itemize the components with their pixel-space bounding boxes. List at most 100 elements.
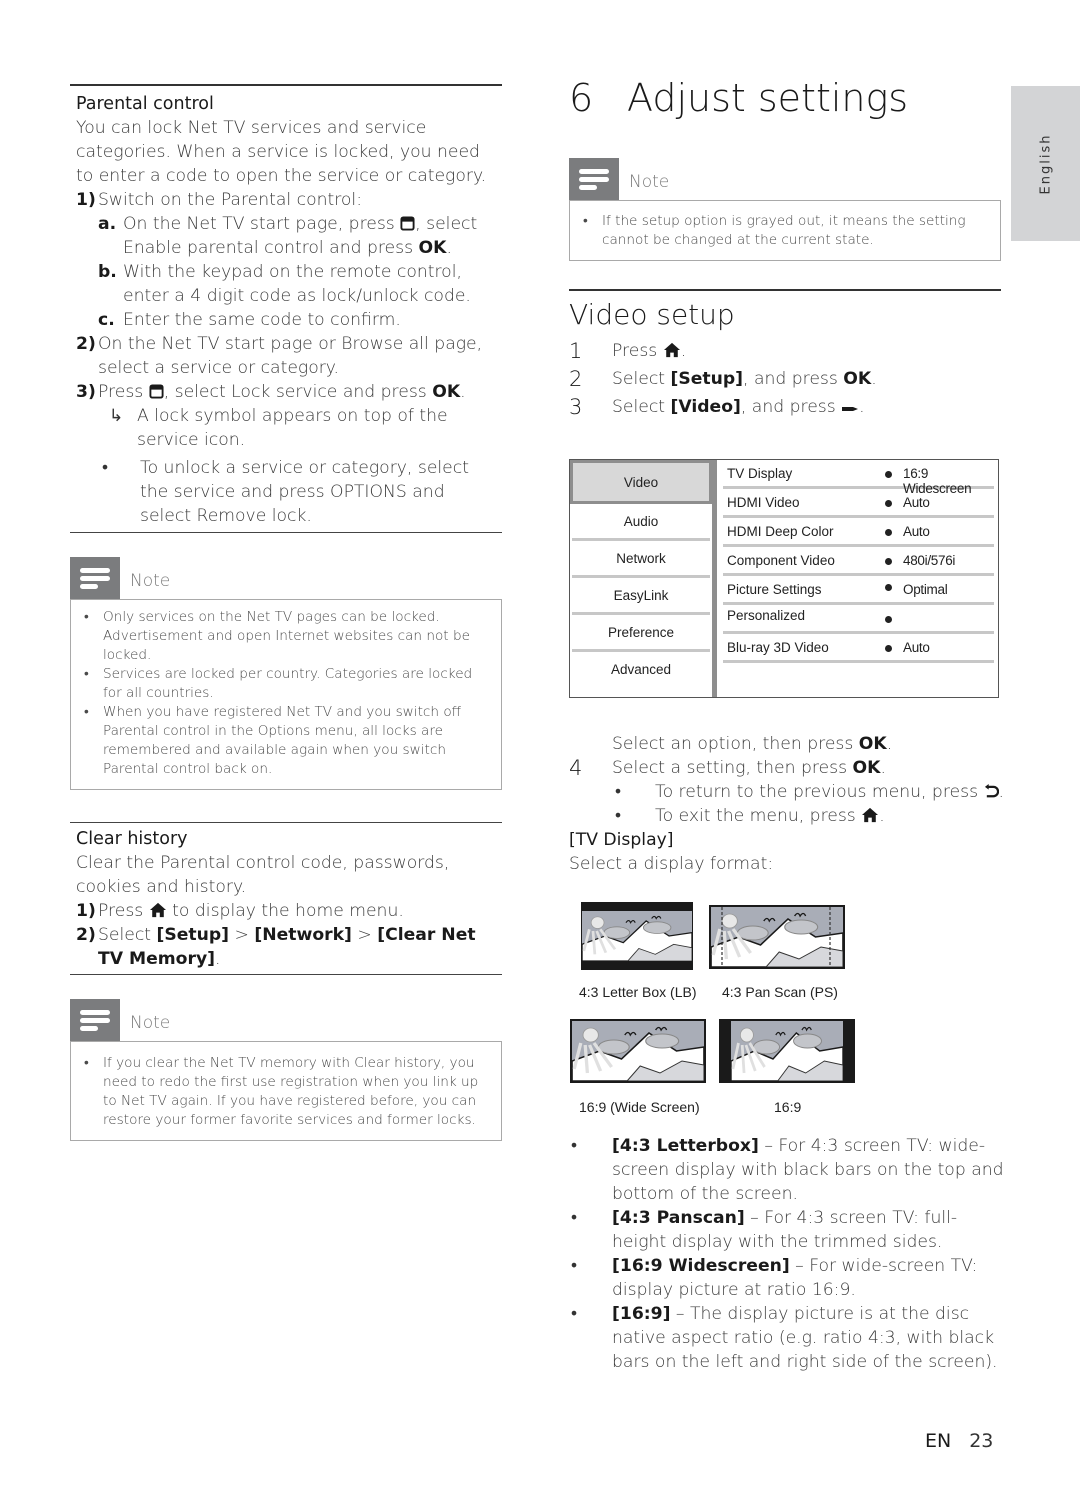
right-arrow-icon [841,404,859,414]
video-step-3: 3 Select [Video], and press . [569,393,1001,421]
note-title: Note [629,172,670,192]
result-text: A lock symbol appears on top of the serv… [137,406,448,450]
option-label: Component Video [727,553,835,568]
parental-control-intro: You can lock Net TV services and service… [76,118,487,186]
parental-control-section: Parental control You can lock Net TV ser… [70,86,502,528]
format-descriptions: • [4:3 Letterbox] – For 4:3 screen TV: wi… [569,1134,1009,1374]
menu-row-component-video[interactable]: Component Video 480i/576i [723,547,994,576]
video-step-2: 2 Select [Setup], and press OK. [569,365,1001,393]
left-column: Parental control You can lock Net TV ser… [70,84,502,1141]
step-text-mid: , and press [743,369,844,389]
note-header: Note [70,999,502,1041]
menu-row-tv-display[interactable]: TV Display 16:9 Widescreen [723,460,994,496]
page-footer: EN 23 [925,1430,993,1452]
bullet-icon: • [615,806,622,826]
menu-row-bluray-3d-video[interactable]: Blu-ray 3D Video Auto [723,634,994,663]
menu-options: TV Display 16:9 Widescreen HDMI Video Auto… [717,460,998,697]
note-box-clear-history: Note • If you clear the Net TV memory wit… [70,999,502,1141]
bullet-icon: • [84,666,89,682]
note-item-text: If you clear the Net TV memory with Clea… [103,1055,479,1128]
option-value: Auto [903,640,930,655]
menu-tab-video[interactable]: Video [570,460,712,504]
back-icon [984,784,999,799]
ok-key: OK [418,238,447,258]
tv-display-intro: Select a display format: [569,854,774,874]
parental-step-1: 1) Switch on the Parental control: [76,188,496,212]
bullet-dot-icon [885,645,892,652]
menu-path-setup: [Setup] [670,369,744,389]
menu-tab-network[interactable]: Network [572,541,710,578]
format-desc-panscan: • [4:3 Panscan] – For 4:3 screen TV: full… [569,1206,1009,1254]
parental-step-3: 3) Press , select Lock service and press… [76,380,496,404]
bullet-dot-icon [885,471,892,478]
bullet-icon: • [84,1055,89,1071]
bullet-dot-icon [885,558,892,565]
after-menu-steps: Select an option, then press OK. 4 Selec… [569,732,1009,876]
clear-history-title: Clear history [76,829,188,849]
bullet-icon: • [102,458,109,478]
step-letter: a. [98,214,117,234]
note-icon [70,557,120,599]
punct: . [215,949,221,969]
note-item-text: Only services on the Net TV pages can be… [103,609,470,663]
menu-tab-advanced[interactable]: Advanced [572,652,710,686]
bullet-icon: • [571,1136,578,1156]
result-arrow-icon: ↳ [109,406,124,426]
section-title: Video setup [569,298,735,331]
note-box-settings: Note • If the setup option is grayed out,… [569,158,1001,261]
bullet-icon: • [571,1256,578,1276]
step-text-pre: On the Net TV start page, press [123,214,395,234]
menu-tab-audio[interactable]: Audio [572,504,710,541]
bullet-icon: • [571,1304,578,1324]
menu-row-picture-settings[interactable]: Picture Settings Optimal [723,576,994,605]
option-value: 480i/576i [903,553,956,568]
format-caption: 4:3 Letter Box (LB) [579,984,697,1000]
menu-row-hdmi-deep-color[interactable]: HDMI Deep Color Auto [723,518,994,547]
note-header: Note [70,557,502,599]
format-text: – The display picture is at the disc nat… [612,1304,998,1372]
menu-tab-easylink[interactable]: EasyLink [572,578,710,615]
ok-key: OK [432,382,461,402]
step-number: 1 [569,339,583,363]
parental-step-2: 2) On the Net TV start page or Browse al… [76,332,496,380]
bullet-dot-icon [885,616,892,623]
right-column: 6 Adjust settings Note • If the setup opti… [569,70,1001,421]
step-number: 2) [76,925,96,945]
return-tip: • To return to the previous menu, press … [569,780,1009,804]
step-text: On the Net TV start page or Browse all p… [98,334,483,378]
widescreen-illustration [570,1019,706,1083]
note-item: • When you have registered Net TV and you… [81,703,489,779]
note-item: • Only services on the Net TV pages can b… [81,608,489,665]
note-item: • If you clear the Net TV memory with Cle… [81,1054,489,1130]
options-icon [400,216,415,231]
menu-row-personalized[interactable]: Personalized [723,605,994,634]
menu-row-hdmi-video[interactable]: HDMI Video Auto [723,489,994,518]
note-header: Note [569,158,1001,200]
clear-history-section: Clear history Clear the Parental control… [70,823,502,971]
page-number: 23 [969,1430,994,1452]
step-letter: b. [98,262,117,282]
step-number: 3) [76,382,96,402]
punct: . [879,806,885,826]
parental-step-1a: a. On the Net TV start page, press , sel… [76,212,496,260]
menu-path-video: [Video] [670,397,741,417]
option-label: Picture Settings [727,582,822,597]
step-text-post: to display the home menu. [172,901,404,921]
section-divider [70,532,502,533]
step-text-pre: Press [612,341,658,361]
step-text-pre: Select [612,397,671,417]
menu-tab-preference[interactable]: Preference [572,615,710,652]
step-text-pre: Press [98,901,144,921]
punct: . [460,382,466,402]
parental-control-title: Parental control [76,94,214,114]
ok-key: OK [852,758,881,778]
parental-step-1b: b. With the keypad on the remote control… [76,260,496,308]
format-name: [16:9 Widescreen] [612,1256,790,1276]
bullet-dot-icon [885,529,892,536]
bullet-icon: • [615,782,622,802]
note-item: • Services are locked per country. Catego… [81,665,489,703]
note-title: Note [130,571,171,591]
text-pre: Select an option, then press [612,734,859,754]
menu-path-setup: [Setup] [156,925,230,945]
language-tab: English [1011,86,1080,241]
